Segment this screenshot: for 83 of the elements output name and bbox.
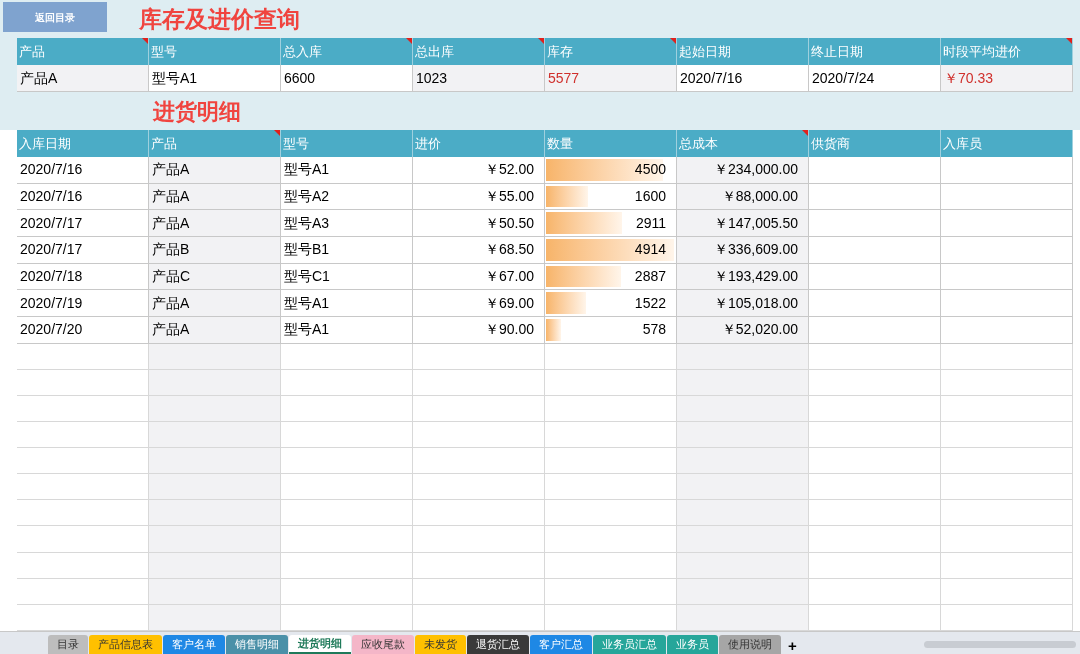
column-header: 总入库 (281, 38, 413, 65)
table-cell: 型号B1 (281, 237, 413, 264)
table-cell: 2020/7/18 (17, 263, 149, 291)
table-cell: 2020/7/16 (677, 65, 809, 92)
table-cell: ￥88,000.00 (677, 183, 809, 211)
table-cell: 型号A1 (281, 317, 413, 344)
table-cell: ￥147,005.50 (677, 210, 809, 238)
sheet-tab[interactable]: 使用说明 (719, 635, 781, 654)
column-header: 供货商 (809, 130, 941, 157)
sheet-tab[interactable]: 业务员汇总 (593, 635, 666, 654)
table-cell: 2020/7/16 (17, 183, 149, 211)
table-cell: 产品A (149, 290, 281, 318)
table-cell: 型号A1 (149, 65, 281, 92)
sheet-tab[interactable]: 销售明细 (226, 635, 288, 654)
table-cell: ￥67.00 (413, 263, 545, 291)
sheet-tab[interactable]: 目录 (48, 635, 88, 654)
table-cell: ￥336,609.00 (677, 237, 809, 264)
horizontal-scrollbar[interactable] (923, 641, 1076, 648)
column-header: 产品 (149, 130, 281, 157)
section-title: 进货明细 (153, 97, 241, 126)
table-cell: ￥55.00 (413, 183, 545, 211)
sheet-tab[interactable]: 进货明细 (289, 635, 351, 654)
table-cell: 2020/7/17 (17, 237, 149, 264)
table-cell: 5577 (545, 65, 677, 92)
table-cell: ￥50.50 (413, 210, 545, 238)
table-cell: 型号A1 (281, 157, 413, 184)
table-cell: 2020/7/20 (17, 317, 149, 344)
table-cell: 2020/7/16 (17, 157, 149, 184)
sheet-tab[interactable]: 产品信息表 (89, 635, 162, 654)
table-cell: 578 (545, 317, 677, 344)
table-cell: 产品A (17, 65, 149, 92)
column-header: 终止日期 (809, 38, 941, 65)
table-cell: ￥69.00 (413, 290, 545, 318)
column-header: 入库员 (941, 130, 1073, 157)
column-header: 型号 (149, 38, 281, 65)
table-cell: 产品A (149, 210, 281, 238)
column-header: 入库日期 (17, 130, 149, 157)
sheet-tab[interactable]: 退货汇总 (467, 635, 529, 654)
table-cell: 产品A (149, 183, 281, 211)
table-cell: ￥70.33 (941, 65, 1073, 92)
sheet-tab[interactable]: 未发货 (415, 635, 466, 654)
column-header: 数量 (545, 130, 677, 157)
sheet-tab[interactable]: 客户名单 (163, 635, 225, 654)
table-cell: 2911 (545, 210, 677, 238)
table-cell: 型号A1 (281, 290, 413, 318)
table-cell: 4914 (545, 237, 677, 264)
column-header: 总出库 (413, 38, 545, 65)
table-cell: 型号C1 (281, 263, 413, 291)
column-header: 型号 (281, 130, 413, 157)
sheet-tab[interactable]: 业务员 (667, 635, 718, 654)
table-cell: 1522 (545, 290, 677, 318)
table-cell: 产品A (149, 157, 281, 184)
table-cell: 1023 (413, 65, 545, 92)
column-header: 产品 (17, 38, 149, 65)
table-cell: ￥193,429.00 (677, 263, 809, 291)
table-cell: 2020/7/19 (17, 290, 149, 318)
column-header: 时段平均进价 (941, 38, 1073, 65)
table-cell: ￥234,000.00 (677, 157, 809, 184)
table-cell: 2887 (545, 263, 677, 291)
table-cell: 型号A3 (281, 210, 413, 238)
sheet-tab[interactable]: 应收尾款 (352, 635, 414, 654)
table-cell: 6600 (281, 65, 413, 92)
table-cell: ￥52.00 (413, 157, 545, 184)
table-cell: ￥52,020.00 (677, 317, 809, 344)
table-cell: 4500 (545, 157, 677, 184)
table-cell: 型号A2 (281, 183, 413, 211)
table-cell: 产品C (149, 263, 281, 291)
add-sheet-button[interactable]: + (782, 635, 803, 654)
column-header: 起始日期 (677, 38, 809, 65)
table-cell: ￥105,018.00 (677, 290, 809, 318)
page-title: 库存及进价查询 (139, 4, 300, 34)
table-cell: 产品A (149, 317, 281, 344)
column-header: 库存 (545, 38, 677, 65)
table-cell: 1600 (545, 183, 677, 211)
table-cell: ￥68.50 (413, 237, 545, 264)
table-cell: 2020/7/24 (809, 65, 941, 92)
column-header: 总成本 (677, 130, 809, 157)
table-cell: 产品B (149, 237, 281, 264)
comment-marker-icon (1066, 38, 1072, 44)
column-header: 进价 (413, 130, 545, 157)
sheet-tab[interactable]: 客户汇总 (530, 635, 592, 654)
table-cell: 2020/7/17 (17, 210, 149, 238)
table-cell: ￥90.00 (413, 317, 545, 344)
